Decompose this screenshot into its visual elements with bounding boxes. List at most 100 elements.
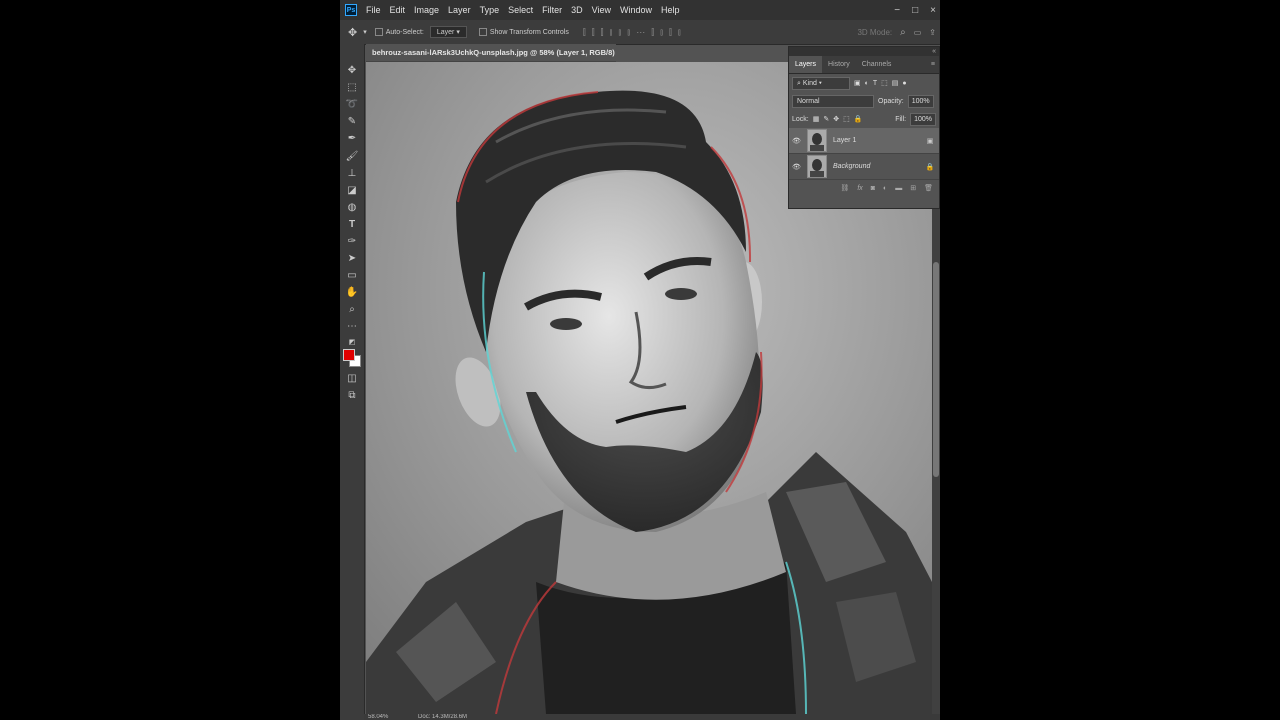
layer-filter-row: ⌕ Kind ▾ ▣ ◐ T ⬚ ▤ ● [789, 74, 939, 92]
fill-field[interactable]: 100% [910, 112, 936, 126]
distribute-spacing-icon[interactable]: ⫿ [669, 27, 672, 38]
layer-name[interactable]: Background [833, 163, 921, 170]
lock-pixels-icon[interactable]: ✎ [823, 115, 829, 123]
filter-toggle-icon[interactable]: ● [902, 80, 906, 87]
filter-pixel-icon[interactable]: ▣ [854, 79, 861, 87]
eraser-tool-icon[interactable]: ◪ [345, 184, 359, 198]
layer-name[interactable]: Layer 1 [833, 137, 921, 144]
menu-edit[interactable]: Edit [390, 5, 406, 15]
fill-label: Fill: [895, 115, 907, 123]
hand-tool-icon[interactable]: ✋ [345, 286, 359, 300]
workspace-icon[interactable]: ▭ [914, 28, 922, 37]
fx-icon[interactable]: fx [857, 185, 862, 192]
lock-row: Lock: ▦ ✎ ✥ ⬚ 🔒 Fill: 100% [789, 110, 939, 128]
paint-bucket-tool-icon[interactable]: ◍ [345, 201, 359, 215]
layer-row-layer-1[interactable]: 👁 Layer 1 ▣ [789, 128, 939, 154]
tab-channels[interactable]: Channels [856, 56, 898, 73]
eyedropper-tool-icon[interactable]: ✒ [345, 132, 359, 146]
lock-transparent-icon[interactable]: ▦ [813, 115, 820, 123]
auto-select-target-dropdown[interactable]: Layer ▾ [429, 26, 467, 38]
minimize-button[interactable]: − [894, 5, 900, 16]
add-mask-icon[interactable]: ◙ [871, 185, 875, 192]
photoshop-window: Ps File Edit Image Layer Type Select Fil… [340, 0, 940, 720]
menu-file[interactable]: File [366, 5, 381, 15]
tools-panel: ✥ ⬚ ➰ ✎ ✒ 🖌 ⊥ ◪ ◍ T ✑ ➤ ▭ ✋ ⌕ ⋯ ◩ ◫ ⧉ [340, 44, 365, 720]
tab-layers[interactable]: Layers [789, 56, 823, 73]
tab-history[interactable]: History [822, 56, 856, 73]
blend-mode-dropdown[interactable]: Normal [792, 94, 874, 108]
filter-type-icon[interactable]: T [873, 80, 877, 87]
document-tab[interactable]: behrouz-sasani-lARsk3UchkQ-unsplash.jpg … [366, 44, 616, 75]
menu-layer[interactable]: Layer [448, 5, 471, 15]
menu-image[interactable]: Image [414, 5, 439, 15]
close-button[interactable]: × [930, 5, 936, 16]
menu-type[interactable]: Type [480, 5, 500, 15]
menu-3d[interactable]: 3D [571, 5, 583, 15]
menu-window[interactable]: Window [620, 5, 652, 15]
lock-artboard-icon[interactable]: ⬚ [843, 115, 850, 123]
align-top-icon[interactable]: ⫾ [610, 27, 613, 38]
move-tool-icon[interactable]: ✥ [345, 64, 359, 78]
panel-collapse-bar[interactable]: « [789, 47, 939, 56]
path-select-tool-icon[interactable]: ➤ [345, 252, 359, 266]
menu-select[interactable]: Select [508, 5, 533, 15]
foreground-color-swatch[interactable] [343, 349, 355, 361]
brush-tool-icon[interactable]: 🖌 [345, 150, 359, 164]
zoom-tool-icon[interactable]: ⌕ [345, 303, 359, 317]
scrollbar-thumb[interactable] [933, 262, 939, 477]
visibility-eye-icon[interactable]: 👁 [789, 163, 804, 171]
lasso-tool-icon[interactable]: ➰ [345, 98, 359, 112]
quick-select-tool-icon[interactable]: ✎ [345, 115, 359, 129]
pen-tool-icon[interactable]: ✑ [345, 235, 359, 249]
align-bottom-icon[interactable]: ⫾ [627, 27, 630, 38]
distribute-more-icon[interactable]: ⫾ [678, 27, 681, 38]
align-left-icon[interactable]: ⫿ [583, 27, 586, 38]
align-middle-icon[interactable]: ⫾ [618, 27, 621, 38]
preset-chevron-icon[interactable]: ▾ [363, 28, 367, 36]
photoshop-logo-icon[interactable]: Ps [345, 4, 357, 16]
align-right-icon[interactable]: ⫿ [601, 27, 604, 38]
rectangle-tool-icon[interactable]: ▭ [345, 269, 359, 283]
distribute-h-icon[interactable]: ⫿ [651, 27, 654, 38]
menu-view[interactable]: View [592, 5, 611, 15]
stamp-tool-icon[interactable]: ⊥ [345, 167, 359, 181]
more-tools-icon[interactable]: ⋯ [345, 320, 359, 334]
layer-row-background[interactable]: 👁 Background 🔒 [789, 154, 939, 180]
delete-layer-icon[interactable]: 🗑 [924, 184, 933, 192]
blend-row: Normal Opacity: 100% [789, 92, 939, 110]
lock-all-icon[interactable]: 🔒 [854, 115, 863, 123]
marquee-tool-icon[interactable]: ⬚ [345, 81, 359, 95]
lock-position-icon[interactable]: ✥ [833, 115, 839, 123]
filter-shape-icon[interactable]: ⬚ [881, 79, 888, 87]
lock-label: Lock: [792, 115, 809, 123]
quick-mask-icon[interactable]: ◫ [345, 372, 359, 386]
default-colors-icon[interactable]: ◩ [345, 336, 359, 350]
new-layer-icon[interactable]: ⊞ [910, 184, 916, 192]
link-layers-icon[interactable]: ⛓ [840, 184, 849, 192]
zoom-level[interactable]: 58.04% [368, 714, 388, 720]
new-group-icon[interactable]: ▬ [895, 185, 902, 192]
auto-select-checkbox[interactable] [374, 28, 383, 36]
distribute-v-icon[interactable]: ⫾ [660, 27, 663, 38]
panel-collapse-icon[interactable]: « [932, 48, 936, 55]
smart-object-icon: ▣ [926, 137, 934, 145]
menu-filter[interactable]: Filter [542, 5, 562, 15]
maximize-button[interactable]: □ [912, 5, 918, 16]
share-icon[interactable]: ⇪ [929, 28, 936, 37]
opacity-field[interactable]: 100% [907, 94, 934, 108]
search-icon[interactable]: ⌕ [900, 27, 906, 38]
distribute-icon[interactable]: ⋯ [636, 27, 645, 38]
align-center-icon[interactable]: ⫿ [592, 27, 595, 38]
filter-kind-dropdown[interactable]: ⌕ Kind ▾ [792, 76, 850, 90]
show-transform-checkbox[interactable] [478, 28, 487, 36]
move-tool-preset-icon[interactable]: ✥ [348, 26, 357, 39]
type-tool-icon[interactable]: T [345, 218, 359, 232]
filter-adjustment-icon[interactable]: ◐ [865, 80, 869, 87]
adjustment-layer-icon[interactable]: ◐ [883, 185, 887, 192]
filter-smart-icon[interactable]: ▤ [892, 79, 899, 87]
panel-menu-icon[interactable]: ≡ [931, 61, 935, 68]
screen-mode-icon[interactable]: ⧉ [345, 389, 359, 403]
visibility-eye-icon[interactable]: 👁 [789, 137, 804, 145]
layers-panel: « Layers History Channels ≡ ⌕ Kind ▾ ▣ ◐… [788, 46, 940, 209]
menu-help[interactable]: Help [661, 5, 680, 15]
